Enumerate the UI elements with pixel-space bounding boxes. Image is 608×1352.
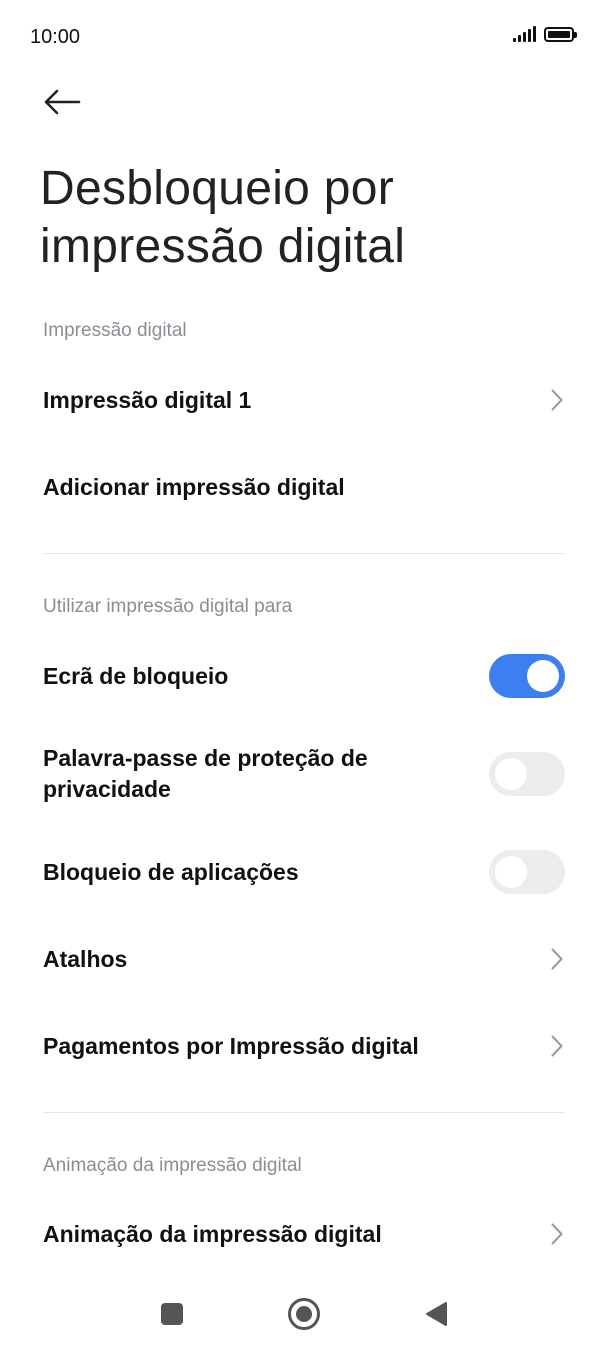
app-lock-toggle[interactable]: [489, 850, 565, 894]
fingerprint-1-label: Impressão digital 1: [43, 386, 252, 413]
home-button[interactable]: [279, 1292, 329, 1336]
toggle-knob: [495, 856, 527, 888]
square-icon: [161, 1303, 183, 1325]
lock-screen-item[interactable]: Ecrã de bloqueio: [43, 654, 565, 698]
recents-button[interactable]: [147, 1292, 197, 1336]
back-button[interactable]: [40, 82, 84, 122]
privacy-password-toggle[interactable]: [489, 752, 565, 796]
navigation-bar: [0, 1278, 608, 1352]
back-nav-button[interactable]: [411, 1292, 461, 1336]
section-header-use-for: Utilizar impressão digital para: [43, 596, 293, 617]
fingerprint-1-item[interactable]: Impressão digital 1: [43, 380, 565, 420]
chevron-right-icon: [549, 1222, 565, 1246]
section-header-fingerprint: Impressão digital: [43, 320, 187, 341]
back-triangle-icon: [426, 1302, 447, 1326]
chevron-right-icon: [549, 1034, 565, 1058]
status-bar: 10:00: [0, 0, 608, 76]
toggle-knob: [495, 758, 527, 790]
shortcuts-label: Atalhos: [43, 945, 128, 972]
status-time: 10:00: [30, 26, 81, 48]
shortcuts-item[interactable]: Atalhos: [43, 939, 565, 979]
payments-label: Pagamentos por Impressão digital: [43, 1032, 419, 1059]
privacy-password-item[interactable]: Palavra-passe de proteção de privacidade: [43, 743, 565, 805]
chevron-right-icon: [549, 947, 565, 971]
divider: [43, 1112, 565, 1113]
signal-icon: [513, 26, 536, 42]
divider: [43, 553, 565, 554]
battery-icon: [544, 26, 577, 42]
page-title: Desbloqueio por impressão digital: [40, 162, 406, 273]
chevron-right-icon: [549, 388, 565, 412]
add-fingerprint-label: Adicionar impressão digital: [43, 473, 345, 500]
animation-label: Animação da impressão digital: [43, 1220, 382, 1247]
toggle-knob: [527, 660, 559, 692]
status-icons: [513, 26, 577, 42]
privacy-password-label: Palavra-passe de proteção de privacidade: [43, 745, 368, 802]
back-arrow-icon: [44, 89, 81, 115]
payments-item[interactable]: Pagamentos por Impressão digital: [43, 1026, 565, 1066]
animation-item[interactable]: Animação da impressão digital: [43, 1214, 565, 1254]
add-fingerprint-item[interactable]: Adicionar impressão digital: [43, 467, 565, 507]
lock-screen-label: Ecrã de bloqueio: [43, 662, 229, 689]
app-lock-item[interactable]: Bloqueio de aplicações: [43, 850, 565, 894]
lock-screen-toggle[interactable]: [489, 654, 565, 698]
home-circle-icon: [288, 1298, 320, 1330]
section-header-animation: Animação da impressão digital: [43, 1155, 302, 1176]
app-lock-label: Bloqueio de aplicações: [43, 858, 299, 885]
